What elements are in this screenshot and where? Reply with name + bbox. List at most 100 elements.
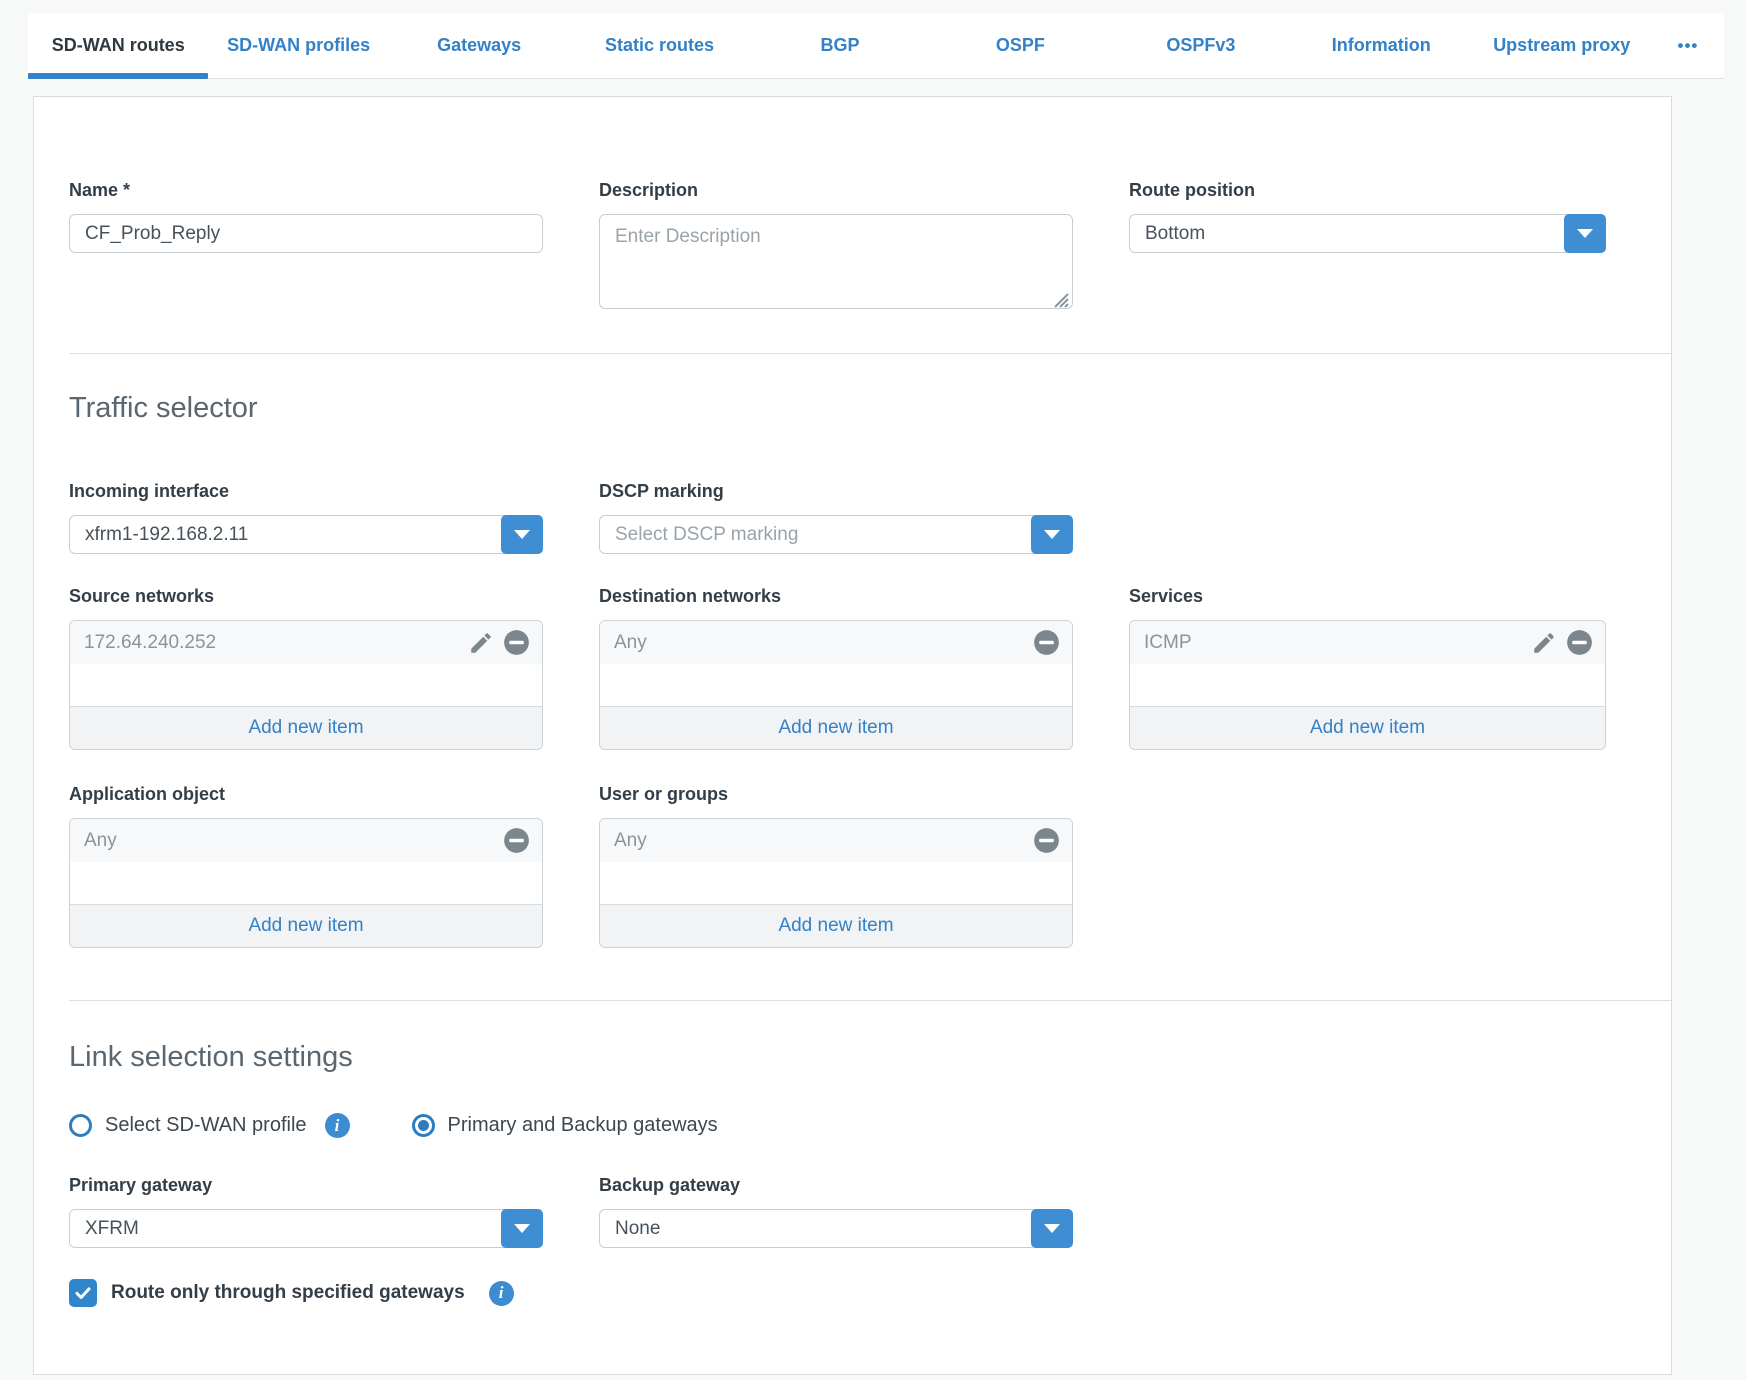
source-networks-group: Source networks 172.64.240.252 Add new i… (69, 585, 543, 750)
backup-gateway-select[interactable]: None (599, 1209, 1073, 1248)
list-item: Any (70, 819, 542, 862)
service-value: ICMP (1144, 632, 1192, 654)
name-label: Name * (69, 179, 543, 201)
primary-gateway-dropdown-button[interactable] (501, 1209, 543, 1248)
route-only-label: Route only through specified gateways (111, 1282, 465, 1304)
services-group: Services ICMP Add new item (1129, 585, 1606, 750)
primary-gateway-value: XFRM (85, 1218, 139, 1240)
select-sdwan-profile-radio[interactable] (69, 1114, 92, 1137)
checkmark-icon (74, 1284, 92, 1302)
select-sdwan-profile-label: Select SD-WAN profile (105, 1114, 307, 1137)
chevron-down-icon (1044, 1224, 1060, 1233)
backup-gateway-dropdown-button[interactable] (1031, 1209, 1073, 1248)
backup-gateway-group: Backup gateway None (599, 1174, 1073, 1248)
name-field-group: Name * (69, 179, 543, 253)
route-only-row: Route only through specified gateways i (69, 1279, 1601, 1307)
backup-gateway-label: Backup gateway (599, 1174, 1073, 1196)
list-item: ICMP (1130, 621, 1605, 664)
primary-backup-gateways-radio[interactable] (412, 1114, 435, 1137)
link-selection-radio-row: Select SD-WAN profile i Primary and Back… (69, 1113, 1601, 1138)
description-textarea[interactable] (599, 214, 1073, 309)
destination-network-value: Any (614, 632, 647, 654)
route-position-dropdown-button[interactable] (1564, 214, 1606, 253)
route-position-value: Bottom (1145, 223, 1205, 245)
source-network-value: 172.64.240.252 (84, 632, 216, 654)
tab-bgp[interactable]: BGP (750, 13, 930, 78)
remove-icon[interactable] (503, 629, 530, 656)
application-object-label: Application object (69, 783, 543, 805)
backup-gateway-value: None (615, 1218, 660, 1240)
tab-information[interactable]: Information (1291, 13, 1471, 78)
tab-static-routes[interactable]: Static routes (569, 13, 749, 78)
general-fields-row: Name * Description Route position Bottom (69, 179, 1601, 314)
incoming-interface-group: Incoming interface xfrm1-192.168.2.11 (69, 480, 543, 554)
link-selection-title: Link selection settings (69, 1041, 1601, 1074)
dscp-marking-select[interactable]: Select DSCP marking (599, 515, 1073, 554)
user-or-groups-group: User or groups Any Add new item (599, 783, 1073, 948)
list-item: 172.64.240.252 (70, 621, 542, 664)
more-tabs-icon[interactable]: ••• (1652, 13, 1724, 78)
dscp-marking-label: DSCP marking (599, 480, 1073, 502)
incoming-interface-label: Incoming interface (69, 480, 543, 502)
application-object-value: Any (84, 830, 117, 852)
chevron-down-icon (1044, 530, 1060, 539)
route-position-field-group: Route position Bottom (1129, 179, 1606, 253)
tab-gateways[interactable]: Gateways (389, 13, 569, 78)
description-field-group: Description (599, 179, 1073, 314)
incoming-interface-dropdown-button[interactable] (501, 515, 543, 554)
tab-sd-wan-routes[interactable]: SD-WAN routes (28, 13, 208, 78)
user-or-groups-value: Any (614, 830, 647, 852)
tab-upstream-proxy[interactable]: Upstream proxy (1472, 13, 1652, 78)
dscp-marking-group: DSCP marking Select DSCP marking (599, 480, 1073, 554)
destination-networks-list: Any Add new item (599, 620, 1073, 750)
route-only-checkbox[interactable] (69, 1279, 97, 1307)
services-list: ICMP Add new item (1129, 620, 1606, 750)
tab-ospfv3[interactable]: OSPFv3 (1111, 13, 1291, 78)
add-new-item-button[interactable]: Add new item (70, 706, 542, 749)
dscp-marking-placeholder: Select DSCP marking (615, 524, 798, 546)
primary-gateway-select[interactable]: XFRM (69, 1209, 543, 1248)
tab-bar: SD-WAN routes SD-WAN profiles Gateways S… (28, 13, 1724, 79)
source-networks-list: 172.64.240.252 Add new item (69, 620, 543, 750)
chevron-down-icon (1577, 229, 1593, 238)
dscp-marking-dropdown-button[interactable] (1031, 515, 1073, 554)
list-item: Any (600, 819, 1072, 862)
chevron-down-icon (514, 530, 530, 539)
remove-icon[interactable] (1033, 827, 1060, 854)
chevron-down-icon (514, 1224, 530, 1233)
section-divider (69, 353, 1671, 354)
add-new-item-button[interactable]: Add new item (1130, 706, 1605, 749)
info-icon[interactable]: i (325, 1113, 350, 1138)
name-input[interactable] (69, 214, 543, 253)
gateways-row: Primary gateway XFRM Backup gateway None (69, 1174, 1601, 1248)
description-label: Description (599, 179, 1073, 201)
application-object-group: Application object Any Add new item (69, 783, 543, 948)
resize-handle-icon[interactable] (1049, 288, 1069, 308)
traffic-selector-title: Traffic selector (69, 392, 1601, 425)
add-new-item-button[interactable]: Add new item (70, 904, 542, 947)
incoming-interface-select[interactable]: xfrm1-192.168.2.11 (69, 515, 543, 554)
add-new-item-button[interactable]: Add new item (600, 706, 1072, 749)
primary-gateway-label: Primary gateway (69, 1174, 543, 1196)
application-object-list: Any Add new item (69, 818, 543, 948)
primary-backup-gateways-label: Primary and Backup gateways (448, 1114, 718, 1137)
user-or-groups-list: Any Add new item (599, 818, 1073, 948)
application-users-row: Application object Any Add new item User… (69, 783, 1601, 948)
user-or-groups-label: User or groups (599, 783, 1073, 805)
remove-icon[interactable] (503, 827, 530, 854)
remove-icon[interactable] (1566, 629, 1593, 656)
route-position-select[interactable]: Bottom (1129, 214, 1606, 253)
tab-ospf[interactable]: OSPF (930, 13, 1110, 78)
remove-icon[interactable] (1033, 629, 1060, 656)
edit-icon[interactable] (1530, 629, 1557, 656)
incoming-interface-value: xfrm1-192.168.2.11 (85, 524, 248, 546)
add-new-item-button[interactable]: Add new item (600, 904, 1072, 947)
section-divider (69, 1000, 1671, 1001)
services-label: Services (1129, 585, 1606, 607)
tab-sd-wan-profiles[interactable]: SD-WAN profiles (208, 13, 388, 78)
primary-gateway-group: Primary gateway XFRM (69, 1174, 543, 1248)
info-icon[interactable]: i (489, 1281, 514, 1306)
edit-icon[interactable] (467, 629, 494, 656)
route-position-label: Route position (1129, 179, 1606, 201)
destination-networks-label: Destination networks (599, 585, 1073, 607)
